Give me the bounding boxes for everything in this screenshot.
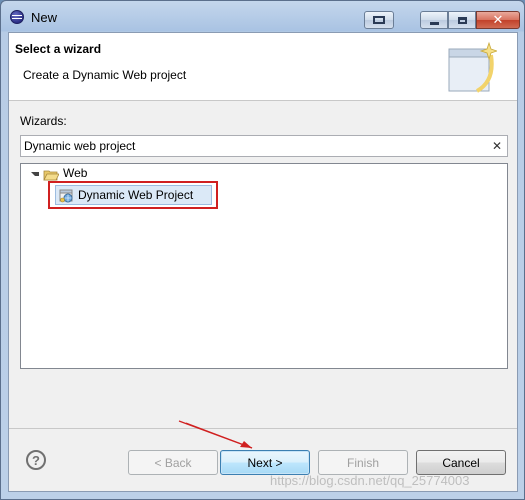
minimize-icon: [429, 21, 439, 25]
wizard-header: Select a wizard Create a Dynamic Web pro…: [9, 33, 517, 101]
next-button[interactable]: Next >: [220, 450, 310, 475]
watermark-text: https://blog.csdn.net/qq_25774003: [270, 473, 470, 488]
wizards-label: Wizards:: [20, 114, 67, 128]
tree-node-dynamic-web-project[interactable]: Dynamic Web Project: [55, 185, 212, 205]
finish-button[interactable]: Finish: [318, 450, 408, 475]
cancel-button[interactable]: Cancel: [416, 450, 506, 475]
window-layout-button[interactable]: [364, 11, 394, 29]
maximize-icon: [457, 16, 467, 24]
eclipse-icon: [10, 10, 24, 24]
wizard-tree[interactable]: Web Dynamic Web Project: [20, 163, 508, 369]
help-icon[interactable]: ?: [26, 450, 46, 470]
tree-label-web: Web: [63, 166, 88, 180]
close-icon: ✕: [492, 12, 504, 28]
title-bar[interactable]: New ✕: [1, 1, 524, 31]
expanded-arrow-icon[interactable]: [31, 172, 39, 176]
wizard-banner-icon: [448, 41, 497, 93]
header-description: Create a Dynamic Web project: [23, 68, 187, 82]
minimize-button[interactable]: [420, 11, 448, 29]
tree-label-dynamic-web-project: Dynamic Web Project: [78, 188, 194, 202]
back-button[interactable]: < Back: [128, 450, 218, 475]
folder-open-icon: [43, 170, 59, 181]
maximize-button[interactable]: [448, 11, 476, 29]
clear-filter-icon[interactable]: ✕: [492, 139, 502, 153]
header-title: Select a wizard: [15, 42, 102, 56]
dialog-client-area: Select a wizard Create a Dynamic Web pro…: [8, 32, 518, 492]
close-button[interactable]: ✕: [476, 11, 520, 29]
wizard-dialog-window: New ✕ Select a wizard Create a Dynamic W…: [0, 0, 525, 500]
wizard-filter-field[interactable]: ✕: [20, 135, 508, 157]
window-title: New: [31, 10, 58, 25]
dynamic-web-project-icon: [59, 189, 73, 203]
wizard-filter-input[interactable]: [24, 138, 484, 154]
layout-icon: [373, 16, 385, 24]
